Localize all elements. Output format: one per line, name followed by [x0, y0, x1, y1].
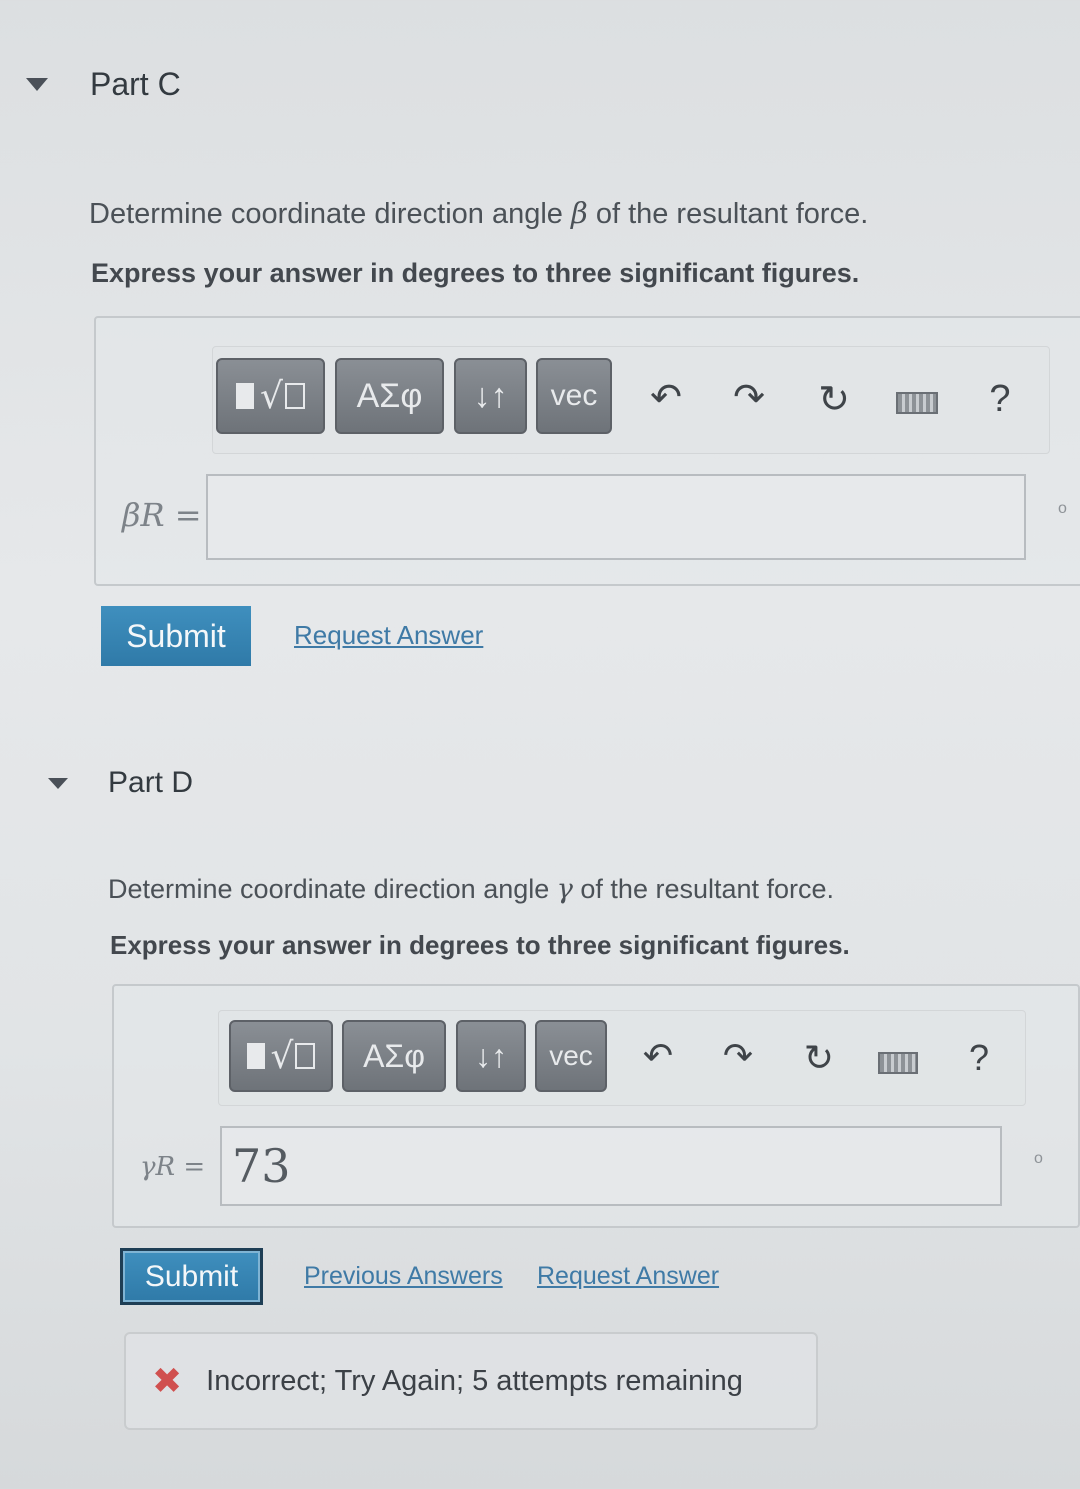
part-d-answer-label: γR = [140, 1152, 206, 1182]
template-box-icon [295, 1043, 316, 1069]
feedback-box: ✖ Incorrect; Try Again; 5 attempts remai… [124, 1332, 818, 1430]
part-c-request-answer-link[interactable]: Request Answer [294, 620, 483, 651]
part-c-title: Part C [90, 66, 181, 102]
part-d-question: Determine coordinate direction angle γ o… [108, 874, 835, 905]
greek-symbols-button[interactable]: ΑΣφ [335, 358, 444, 434]
templates-button[interactable]: √ [229, 1020, 333, 1092]
collapse-caret-icon[interactable] [26, 78, 48, 91]
part-c-answer-label: βR = [122, 496, 202, 534]
help-icon[interactable]: ? [962, 1034, 996, 1082]
part-d-request-answer-link[interactable]: Request Answer [537, 1262, 719, 1291]
arrows-button[interactable]: ↓↑ [456, 1020, 526, 1092]
beta-symbol: β [571, 196, 588, 230]
reset-icon[interactable]: ↻ [810, 372, 858, 426]
vec-button[interactable]: vec [536, 358, 612, 434]
part-d-title: Part D [108, 766, 194, 799]
reset-icon[interactable]: ↻ [796, 1032, 842, 1084]
error-x-icon: ✖ [152, 1360, 183, 1401]
sqrt-icon: √ [260, 375, 283, 417]
vec-button[interactable]: vec [535, 1020, 607, 1092]
greek-symbols-button[interactable]: ΑΣφ [342, 1020, 446, 1092]
side-marker: o [1058, 500, 1067, 517]
undo-icon[interactable]: ↶ [644, 372, 688, 422]
template-square-icon [236, 383, 255, 409]
collapse-caret-icon[interactable] [48, 777, 68, 789]
help-icon[interactable]: ? [982, 374, 1018, 424]
part-c-submit-button[interactable]: Submit [101, 606, 251, 666]
feedback-text: Incorrect; Try Again; 5 attempts remaini… [206, 1364, 743, 1397]
redo-icon[interactable]: ↷ [716, 1032, 760, 1080]
part-d-answer-input[interactable]: 73 [220, 1126, 1002, 1206]
part-d-instruction: Express your answer in degrees to three … [110, 930, 850, 960]
side-marker: o [1034, 1150, 1043, 1167]
part-c-header[interactable]: Part C [26, 66, 181, 103]
arrows-button[interactable]: ↓↑ [454, 358, 527, 434]
undo-icon[interactable]: ↶ [636, 1032, 680, 1080]
part-c-answer-input[interactable] [206, 474, 1026, 560]
part-d-header[interactable]: Part D [48, 766, 193, 800]
keyboard-icon[interactable] [878, 1052, 918, 1074]
keyboard-icon[interactable] [896, 392, 938, 414]
part-c-instruction: Express your answer in degrees to three … [91, 258, 860, 288]
part-c-question: Determine coordinate direction angle β o… [89, 196, 869, 230]
part-d-submit-button[interactable]: Submit [120, 1248, 263, 1305]
gamma-symbol: γ [556, 874, 573, 905]
redo-icon[interactable]: ↷ [727, 372, 771, 422]
previous-answers-link[interactable]: Previous Answers [304, 1262, 503, 1291]
template-box-icon [284, 383, 305, 409]
templates-button[interactable]: √ [216, 358, 325, 434]
sqrt-icon: √ [270, 1035, 294, 1077]
template-square-icon [246, 1043, 265, 1069]
